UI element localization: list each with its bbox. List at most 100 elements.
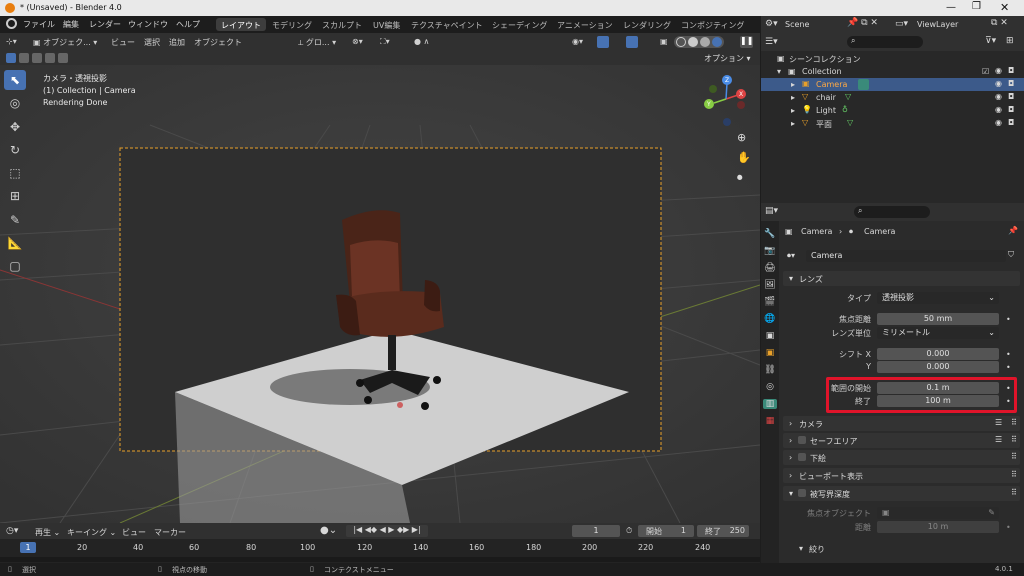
- menu-window[interactable]: ウィンドウ: [128, 19, 168, 30]
- blender-menu-icon[interactable]: [6, 18, 17, 29]
- constraint-tab-icon[interactable]: ⛓: [764, 365, 775, 375]
- drag-handle-icon[interactable]: ⠿: [1011, 435, 1017, 444]
- annotate-tool-icon[interactable]: ✎: [4, 210, 26, 230]
- select-subtract-icon[interactable]: [32, 53, 42, 63]
- snap-icon[interactable]: ⛶▾: [380, 37, 390, 47]
- camera-render-icon[interactable]: ◘: [1008, 79, 1014, 88]
- preset-list-icon[interactable]: ☰: [995, 418, 1002, 427]
- dof-checkbox[interactable]: [798, 489, 806, 497]
- world-tab-icon[interactable]: 🌐: [764, 314, 775, 324]
- clip-end-field[interactable]: 100 m: [877, 395, 999, 407]
- scene-pin-icon[interactable]: 📌 ⧉ ✕: [847, 18, 878, 28]
- keyframe-dot-icon[interactable]: •: [1006, 315, 1011, 324]
- tab-shading[interactable]: シェーディング: [487, 18, 552, 31]
- keyframe-dot-icon[interactable]: •: [1006, 397, 1011, 406]
- outliner-item-light[interactable]: ▸ 💡 Light ♁ ◉ ◘: [761, 104, 1024, 117]
- viewlayer-copy-icon[interactable]: ⧉ ✕: [991, 18, 1008, 28]
- distance-field[interactable]: 10 m: [877, 521, 999, 533]
- pause-render-icon[interactable]: ❚❚: [740, 36, 753, 48]
- focal-length-field[interactable]: 50 mm: [877, 313, 999, 325]
- viewport-display-panel-header[interactable]: › ビューポート表示 ⠿: [783, 468, 1020, 483]
- playback-menu[interactable]: 再生 ⌄: [35, 527, 60, 538]
- properties-search-input[interactable]: ⌕: [854, 206, 930, 218]
- pivot-icon[interactable]: ⊗▾: [352, 37, 363, 46]
- menu-render[interactable]: レンダー: [89, 19, 121, 30]
- current-frame-field[interactable]: 1: [572, 525, 620, 537]
- outliner-editor-icon[interactable]: ☰▾: [765, 37, 778, 47]
- camera-data-icon[interactable]: ⏺▾: [787, 251, 795, 261]
- outliner-search-input[interactable]: ⌕: [847, 36, 923, 48]
- shift-y-field[interactable]: 0.000: [877, 361, 999, 373]
- playback-controls[interactable]: |◀ ◀◆ ◀ ▶ ◆▶ ▶|: [346, 525, 428, 537]
- rendered-shading-icon[interactable]: [712, 37, 722, 47]
- camera-render-icon[interactable]: ◘: [1008, 118, 1014, 127]
- datablock-name-field[interactable]: Camera: [806, 250, 1006, 262]
- camera-render-icon[interactable]: ◘: [1008, 66, 1014, 75]
- keyframe-dot-icon[interactable]: •: [1006, 523, 1011, 532]
- shift-x-field[interactable]: 0.000: [877, 348, 999, 360]
- tab-modeling[interactable]: モデリング: [267, 18, 317, 31]
- texture-tab-icon[interactable]: ▦: [766, 416, 775, 426]
- tab-animation[interactable]: アニメーション: [552, 18, 618, 31]
- camera-panel-header[interactable]: › カメラ ☰ ⠿: [783, 416, 1020, 431]
- camera-view-icon[interactable]: ⏺: [737, 171, 743, 185]
- maximize-icon[interactable]: ❐: [972, 1, 981, 12]
- preset-list-icon[interactable]: ☰: [995, 435, 1002, 444]
- start-frame-field[interactable]: 開始 1: [638, 525, 694, 537]
- properties-editor-icon[interactable]: ▤▾: [765, 206, 778, 216]
- type-select[interactable]: 透視投影 ⌄: [877, 292, 999, 304]
- select-tool-icon[interactable]: ⬉: [4, 70, 26, 90]
- new-collection-icon[interactable]: ⊞: [1006, 36, 1014, 46]
- menu-select[interactable]: 選択: [144, 37, 160, 48]
- add-cube-tool-icon[interactable]: ▢: [4, 256, 26, 276]
- physics-tab-icon[interactable]: ◎: [766, 382, 774, 392]
- clip-start-field[interactable]: 0.1 m: [877, 382, 999, 394]
- eye-icon[interactable]: ◉: [995, 92, 1002, 101]
- outliner-collection[interactable]: ▾ ▣ Collection ☑ ◉ ◘: [761, 65, 1024, 78]
- mode-selector[interactable]: ▣ オブジェク... ▾: [33, 37, 97, 48]
- transform-tool-icon[interactable]: ⊞: [4, 186, 26, 206]
- drag-handle-icon[interactable]: ⠿: [1011, 418, 1017, 427]
- tab-sculpt[interactable]: スカルプト: [317, 18, 367, 31]
- pin-icon[interactable]: 📌: [1008, 226, 1018, 235]
- keyframe-dot-icon[interactable]: •: [1006, 350, 1011, 359]
- shading-modes[interactable]: [674, 36, 724, 48]
- collapse-icon[interactable]: ▾: [777, 67, 781, 76]
- rotate-tool-icon[interactable]: ↻: [4, 140, 26, 160]
- drag-handle-icon[interactable]: ⠿: [1011, 488, 1017, 497]
- scene-name[interactable]: Scene: [785, 20, 809, 29]
- orientation-selector[interactable]: ⟂ グロ... ▾: [298, 37, 336, 48]
- measure-tool-icon[interactable]: 📐: [4, 233, 26, 253]
- record-icon[interactable]: ●⌄: [320, 525, 337, 536]
- tab-uv[interactable]: UV編集: [368, 18, 405, 31]
- menu-view[interactable]: ビュー: [111, 37, 135, 48]
- zoom-icon[interactable]: ⊕: [737, 131, 746, 144]
- cursor-tool-icon[interactable]: ◎: [4, 93, 26, 113]
- output-tab-icon[interactable]: 🖨: [764, 263, 775, 273]
- pan-hand-icon[interactable]: ✋: [737, 151, 751, 164]
- outliner-item-chair[interactable]: ▸ ▽ chair ▽ ◉ ◘: [761, 91, 1024, 104]
- move-tool-icon[interactable]: ✥: [4, 117, 26, 137]
- camera-data-tab-icon[interactable]: ▥: [763, 399, 777, 409]
- outliner-item-camera[interactable]: ▸ ▣ Camera ◉ ◘: [761, 78, 1024, 91]
- eye-icon[interactable]: ◉: [995, 118, 1002, 127]
- lens-panel-header[interactable]: ▾ レンズ: [783, 271, 1020, 286]
- preview-range-icon[interactable]: ⏱: [626, 526, 632, 536]
- focus-object-field[interactable]: ▣ ✎: [877, 507, 999, 519]
- view-layer-tab-icon[interactable]: 🖼: [764, 280, 775, 290]
- menu-add[interactable]: 追加: [169, 37, 185, 48]
- menu-file[interactable]: ファイル: [23, 19, 55, 30]
- expand-icon[interactable]: ▸: [791, 106, 795, 115]
- tab-texture-paint[interactable]: テクスチャペイント: [406, 18, 488, 31]
- drag-handle-icon[interactable]: ⠿: [1011, 452, 1017, 461]
- drag-handle-icon[interactable]: ⠿: [1011, 470, 1017, 479]
- eyedropper-icon[interactable]: ✎: [988, 507, 995, 519]
- 3d-viewport[interactable]: X Z Y ⊕ ✋ ⏺: [0, 65, 760, 523]
- select-extend-icon[interactable]: [19, 53, 29, 63]
- object-tab-icon[interactable]: ▣: [766, 348, 775, 358]
- background-checkbox[interactable]: [798, 453, 806, 461]
- eye-icon[interactable]: ◉: [995, 105, 1002, 114]
- dof-panel-header[interactable]: ▾ 被写界深度 ⠿: [783, 486, 1020, 501]
- viewlayer-icon[interactable]: ▭▾: [895, 19, 908, 29]
- collection-tab-icon[interactable]: ▣: [766, 331, 775, 341]
